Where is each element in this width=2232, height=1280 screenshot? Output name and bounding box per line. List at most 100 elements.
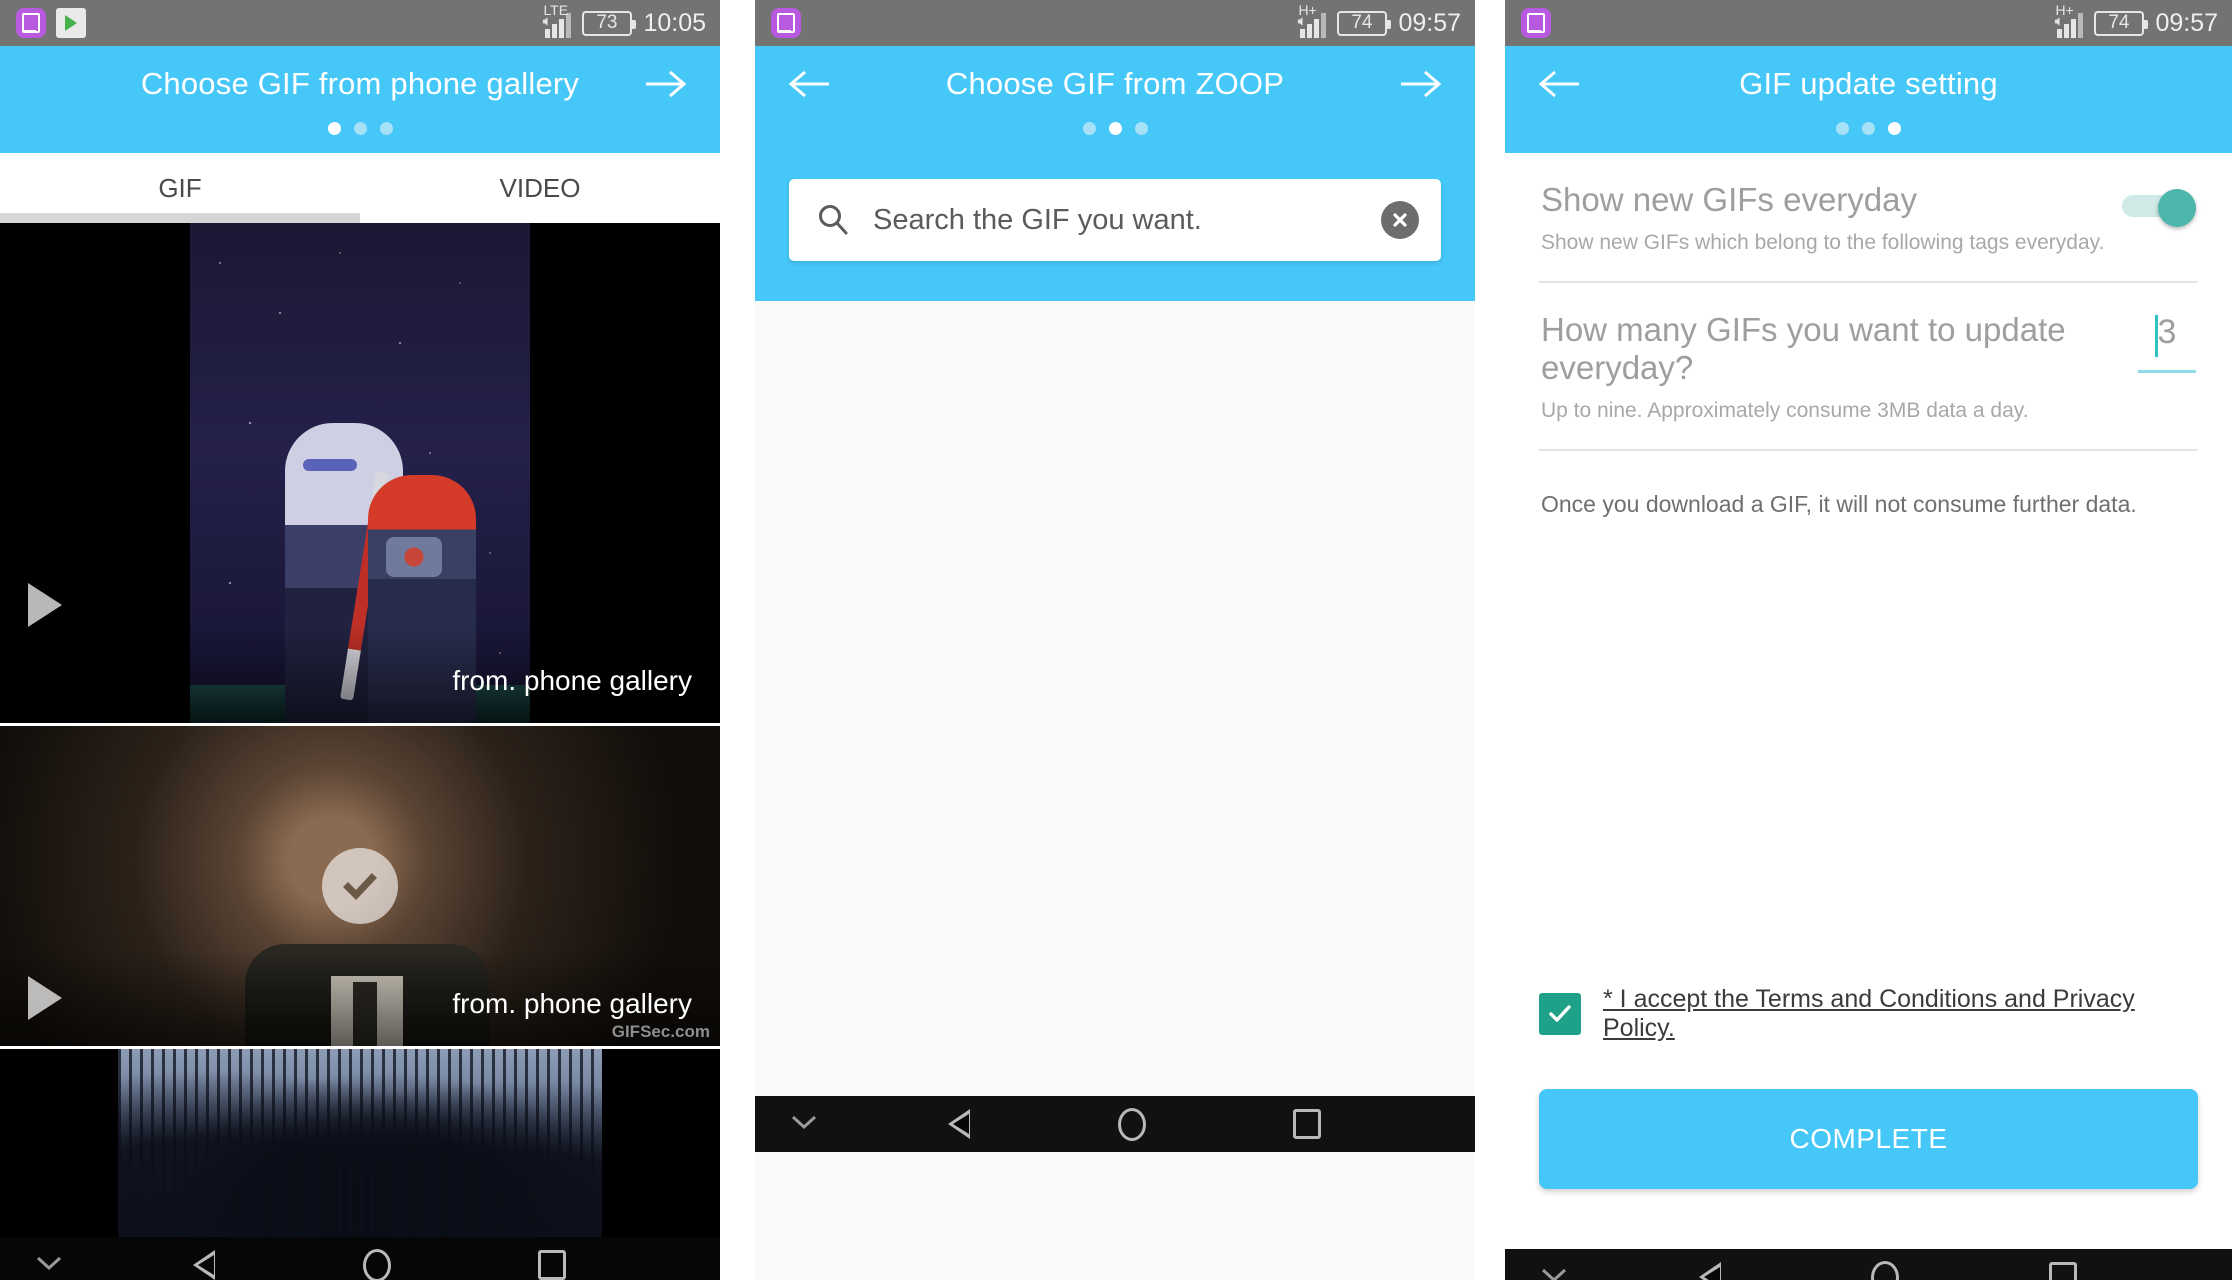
circle-home-icon[interactable] bbox=[1871, 1260, 1900, 1280]
tab-video[interactable]: VIDEO bbox=[360, 153, 720, 223]
setting-row-show-new-gifs[interactable]: Show new GIFs everyday Show new GIFs whi… bbox=[1539, 153, 2198, 283]
search-section: Search the GIF you want. bbox=[755, 153, 1475, 301]
results-area bbox=[755, 301, 1475, 1096]
search-placeholder[interactable]: Search the GIF you want. bbox=[851, 204, 1381, 237]
sound-icon bbox=[1298, 17, 1303, 26]
gif-list-item[interactable]: from. phone gallery GIFSec.com bbox=[0, 726, 720, 1046]
play-icon[interactable] bbox=[28, 583, 62, 627]
triangle-back-icon[interactable] bbox=[192, 1250, 216, 1280]
step-dots bbox=[0, 122, 720, 153]
tab-bar: GIF VIDEO bbox=[0, 153, 720, 223]
selected-check-icon[interactable] bbox=[322, 848, 398, 924]
tab-active-indicator bbox=[0, 213, 360, 223]
clock-label: 10:05 bbox=[643, 8, 706, 37]
clear-circle-icon[interactable] bbox=[1381, 201, 1419, 239]
gif-thumbnail bbox=[118, 1049, 602, 1237]
battery-level-label: 74 bbox=[1351, 12, 1373, 33]
back-arrow-button[interactable] bbox=[1529, 54, 1589, 114]
accept-terms-label[interactable]: * I accept the Terms and Conditions and … bbox=[1603, 985, 2198, 1043]
step-dot-2 bbox=[1108, 122, 1122, 135]
search-icon bbox=[819, 205, 848, 235]
step-dot-1 bbox=[1082, 122, 1096, 135]
step-dot-1 bbox=[1836, 122, 1849, 135]
square-recents-icon[interactable] bbox=[538, 1250, 567, 1280]
status-bar: H+ 74 09:57 bbox=[1505, 0, 2232, 46]
battery-indicator: 74 bbox=[1337, 10, 1392, 36]
search-input[interactable]: Search the GIF you want. bbox=[789, 179, 1441, 261]
clock-label: 09:57 bbox=[2155, 8, 2218, 37]
square-recents-icon[interactable] bbox=[1293, 1109, 1322, 1139]
step-dot-3 bbox=[1888, 122, 1901, 135]
setting-subtitle: Up to nine. Approximately consume 3MB da… bbox=[1541, 399, 2029, 422]
battery-indicator: 73 bbox=[582, 10, 637, 36]
square-recents-icon[interactable] bbox=[2049, 1262, 2078, 1280]
gif-list[interactable]: from. phone gallery from. phone gallery … bbox=[0, 223, 720, 1237]
sound-icon bbox=[2055, 17, 2060, 26]
show-new-gifs-toggle[interactable] bbox=[2122, 189, 2196, 227]
triangle-back-icon[interactable] bbox=[1698, 1262, 1722, 1280]
app-bar: Choose GIF from ZOOP bbox=[755, 46, 1475, 153]
status-bar: H+ 74 09:57 bbox=[755, 0, 1475, 46]
network-type-label: H+ bbox=[2055, 2, 2074, 18]
status-bar-system-icons: LTE 73 10:05 bbox=[543, 3, 706, 38]
chevron-down-icon[interactable] bbox=[789, 1113, 819, 1136]
chevron-down-icon[interactable] bbox=[1539, 1266, 1569, 1280]
forward-arrow-button[interactable] bbox=[1391, 54, 1451, 114]
android-nav-bar bbox=[755, 1096, 1475, 1152]
step-dot-2 bbox=[353, 122, 367, 135]
status-bar-notification-icons bbox=[16, 8, 86, 38]
complete-button[interactable]: COMPLETE bbox=[1539, 1089, 2198, 1189]
accept-terms-row[interactable]: * I accept the Terms and Conditions and … bbox=[1539, 985, 2198, 1043]
step-dots bbox=[755, 122, 1475, 153]
circle-home-icon[interactable] bbox=[1117, 1107, 1146, 1141]
app-bar-row: GIF update setting bbox=[1505, 46, 2232, 122]
panel-choose-from-gallery: LTE 73 10:05 Choose GIF from phone galle… bbox=[0, 0, 720, 1280]
android-nav-bar bbox=[1505, 1249, 2232, 1280]
panel-gap bbox=[720, 0, 755, 1280]
data-usage-note: Once you download a GIF, it will not con… bbox=[1541, 491, 2137, 517]
step-dot-2 bbox=[1862, 122, 1875, 135]
signal-indicator: LTE bbox=[543, 3, 572, 38]
back-arrow-button[interactable] bbox=[779, 54, 839, 114]
gif-list-item[interactable]: from. phone gallery bbox=[0, 223, 720, 723]
status-bar: LTE 73 10:05 bbox=[0, 0, 720, 46]
battery-indicator: 74 bbox=[2094, 10, 2149, 36]
setting-row-gif-count[interactable]: How many GIFs you want to update everyda… bbox=[1539, 283, 2198, 451]
circle-home-icon[interactable] bbox=[362, 1248, 391, 1280]
toggle-knob[interactable] bbox=[2158, 189, 2196, 227]
panel-gap bbox=[1475, 0, 1505, 1280]
panel-choose-from-zoop: H+ 74 09:57 Choose GIF from ZOOP Search … bbox=[755, 0, 1475, 1280]
clock-label: 09:57 bbox=[1398, 8, 1461, 37]
gif-source-label: from. phone gallery bbox=[452, 988, 692, 1019]
app-bar: GIF update setting bbox=[1505, 46, 2232, 153]
status-bar-notification-icons bbox=[771, 8, 801, 38]
gif-count-input[interactable]: 3 bbox=[2138, 313, 2196, 373]
nav-buttons bbox=[755, 1107, 1475, 1141]
network-type-label: H+ bbox=[1298, 2, 1317, 18]
nav-buttons bbox=[1505, 1260, 2232, 1280]
status-bar-system-icons: H+ 74 09:57 bbox=[1298, 3, 1461, 38]
gif-source-label: from. phone gallery bbox=[452, 665, 692, 696]
setting-title: Show new GIFs everyday bbox=[1541, 181, 1917, 218]
status-bar-system-icons: H+ 74 09:57 bbox=[2055, 3, 2218, 38]
step-dot-3 bbox=[379, 122, 393, 135]
chevron-down-icon[interactable] bbox=[34, 1254, 64, 1277]
forward-arrow-button[interactable] bbox=[636, 54, 696, 114]
nav-buttons bbox=[0, 1248, 720, 1280]
panel-gif-update-setting: H+ 74 09:57 GIF update setting Show new … bbox=[1505, 0, 2232, 1280]
signal-indicator: H+ bbox=[1298, 3, 1327, 38]
battery-level-label: 74 bbox=[2108, 12, 2130, 33]
status-bar-notification-icons bbox=[1521, 8, 1551, 38]
page-title: GIF update setting bbox=[1739, 66, 1998, 101]
play-icon[interactable] bbox=[28, 976, 62, 1020]
step-dot-1 bbox=[327, 122, 341, 135]
triangle-back-icon[interactable] bbox=[947, 1109, 971, 1139]
photo-app-icon bbox=[16, 8, 46, 38]
gif-list-item[interactable] bbox=[0, 1049, 720, 1237]
accept-terms-checkbox[interactable] bbox=[1539, 993, 1581, 1035]
setting-subtitle: Show new GIFs which belong to the follow… bbox=[1541, 231, 2105, 254]
screenshot-stage: LTE 73 10:05 Choose GIF from phone galle… bbox=[0, 0, 2232, 1280]
app-bar-row: Choose GIF from ZOOP bbox=[755, 46, 1475, 122]
step-dot-3 bbox=[1134, 122, 1148, 135]
setting-title: How many GIFs you want to update everyda… bbox=[1541, 311, 2066, 386]
